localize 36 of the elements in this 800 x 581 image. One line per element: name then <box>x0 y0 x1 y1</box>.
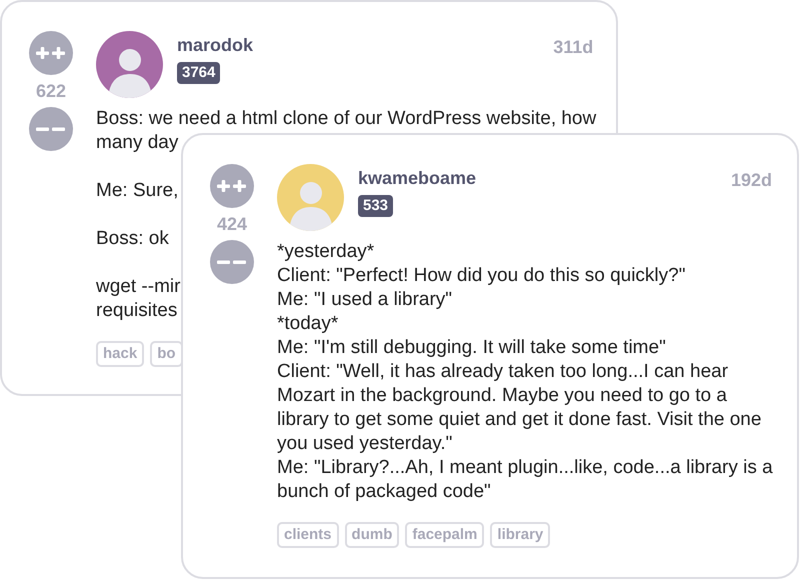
vote-count: 424 <box>216 213 248 236</box>
post-text: Me: "I'm still debugging. It will take some time" <box>277 336 666 360</box>
plus-plus-icon <box>36 47 66 59</box>
post-text: Client: "Well, it has already taken too long...I can hear <box>277 360 728 384</box>
post-text: many day <box>96 131 178 155</box>
post-text: requisites <box>96 299 178 323</box>
tag-chip[interactable]: dumb <box>344 522 400 548</box>
post-text: Boss: we need a html clone of our WordPress website, how <box>96 107 596 131</box>
post-text: wget --mir <box>96 275 180 299</box>
post-text: library to get some quiet and get it done fast. Visit the one <box>277 408 762 432</box>
downvote-button[interactable] <box>29 107 73 151</box>
vote-count: 622 <box>36 80 66 103</box>
upvote-button[interactable] <box>29 31 73 75</box>
tag-chip[interactable]: facepalm <box>405 522 484 548</box>
tag-chip[interactable]: hack <box>96 341 144 367</box>
username[interactable]: marodok <box>177 33 254 57</box>
post-text: Me: Sure, <box>96 179 178 203</box>
post-text: Me: "I used a library" <box>277 288 452 312</box>
tag-chip[interactable]: library <box>490 522 550 548</box>
post-text: you used yesterday." <box>277 432 452 456</box>
upvote-button[interactable] <box>210 164 254 208</box>
post-text: Boss: ok <box>96 227 169 251</box>
post-text: *yesterday* <box>277 240 374 264</box>
post-text: Me: "Library?...Ah, I meant plugin...like, code...a library is a <box>277 456 773 480</box>
post-age: 311d <box>553 36 594 59</box>
tag-chip[interactable]: clients <box>277 522 339 548</box>
post-text: *today* <box>277 312 338 336</box>
post-text: Client: "Perfect! How did you do this so quickly?" <box>277 264 686 288</box>
user-score: 3764 <box>177 62 220 84</box>
downvote-button[interactable] <box>210 240 254 284</box>
post-age: 192d <box>730 169 772 192</box>
username[interactable]: kwameboame <box>358 166 476 190</box>
post-text: bunch of packaged code" <box>277 480 491 504</box>
user-score: 533 <box>358 195 394 217</box>
plus-plus-icon <box>217 180 247 192</box>
post-text: Mozart in the background. Maybe you need to go to a <box>277 384 727 408</box>
